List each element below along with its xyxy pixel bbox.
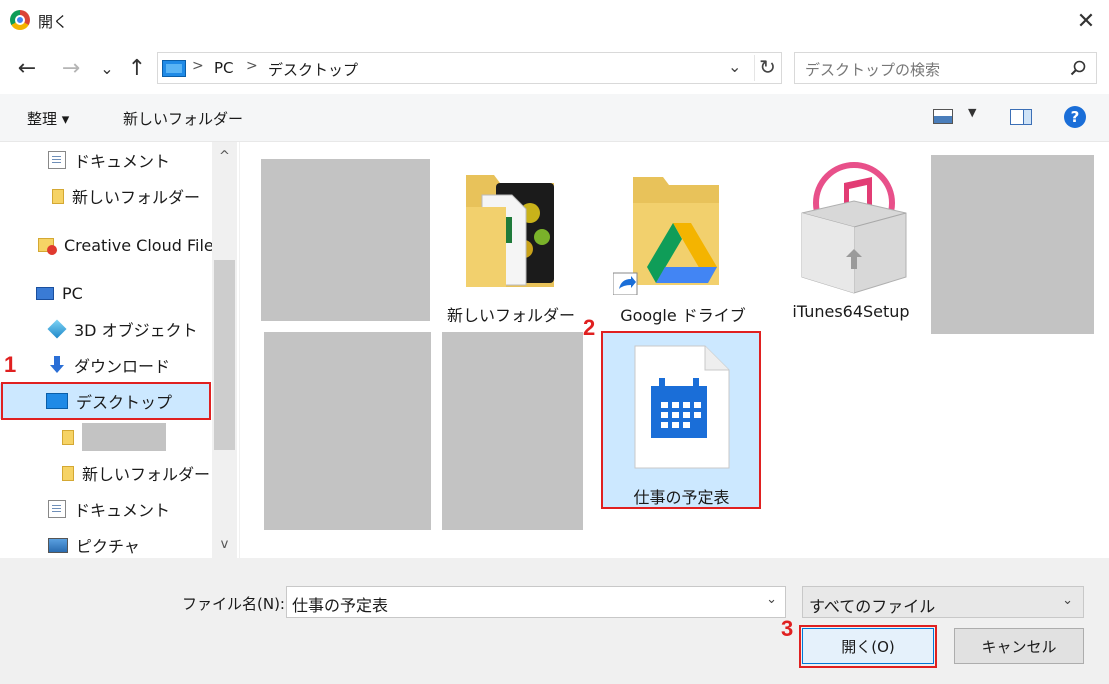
file-itunes-setup[interactable]: iTunes64Setup [786,159,916,329]
help-icon[interactable]: ? [1064,106,1086,128]
document-icon [48,500,66,518]
highlight-desktop [1,382,211,420]
view-icon[interactable] [933,109,953,124]
redacted-file[interactable] [931,155,1094,334]
forward-button[interactable]: → [56,54,86,82]
sidebar-item-new-folder[interactable]: 新しいフォルダー [52,178,200,214]
command-bar: 整理 ▾ 新しいフォルダー ▼ ? [0,94,1109,142]
recent-locations-button[interactable]: ⌄ [92,54,122,82]
sidebar-item-label: PC [62,283,83,303]
sidebar-item-label: ダウンロード [74,357,171,376]
folder-icon [52,188,64,204]
close-button[interactable]: ✕ [1063,0,1109,42]
pc-icon [162,60,186,77]
breadcrumb-separator: > [192,58,204,74]
itunes-installer-icon [801,162,907,294]
highlight-schedule-file [601,331,761,509]
file-type-select[interactable]: すべてのファイル ⌄ [802,586,1084,618]
file-label: 新しいフォルダー [446,306,575,325]
organize-button[interactable]: 整理 ▾ [27,108,69,129]
scroll-thumb[interactable] [214,260,235,450]
sidebar-item-documents[interactable]: ドキュメント [48,142,170,178]
pc-icon [36,286,54,300]
step-number-3: 3 [781,616,794,641]
filename-value: 仕事の予定表 [292,596,389,615]
chevron-down-icon[interactable]: ⌄ [766,592,777,607]
highlight-open-button [799,625,937,668]
step-number-2: 2 [583,315,596,340]
navigation-pane: ドキュメント 新しいフォルダー Creative Cloud Files PC … [0,142,240,558]
folder-icon [62,465,74,481]
breadcrumb-separator: > [246,58,258,74]
sidebar-item-3d-objects[interactable]: 3D オブジェクト [47,311,198,347]
new-folder-button[interactable]: 新しいフォルダー [123,108,243,129]
sidebar-item-label: ピクチャ [76,537,140,556]
filename-label: ファイル名(N): [182,595,285,613]
scroll-down-icon[interactable]: v [212,532,237,557]
address-row: ← → ⌄ ↑ > PC > デスクトップ ⌄ ↻ デスクトップの検索 [0,42,1109,94]
address-dropdown-icon[interactable]: ⌄ [728,57,741,76]
sidebar-item-pictures[interactable]: ピクチャ [48,527,140,558]
address-bar[interactable]: > PC > デスクトップ ⌄ ↻ [157,52,782,84]
redacted-file[interactable] [261,159,430,321]
file-label: Google ドライブ [620,306,746,325]
filename-input[interactable]: 仕事の予定表 ⌄ [286,586,786,618]
document-icon [48,151,66,169]
step-number-1: 1 [4,352,17,377]
sidebar-item-pc[interactable]: PC [36,275,83,311]
sidebar-item-downloads[interactable]: ダウンロード [50,347,170,383]
breadcrumb-desktop[interactable]: デスクトップ [268,59,358,80]
back-button[interactable]: ← [12,54,42,82]
redacted-file[interactable] [264,332,431,530]
sidebar-item-hidden-folder[interactable] [62,419,166,455]
search-placeholder: デスクトップの検索 [805,61,941,79]
google-drive-icon [613,177,719,295]
redacted-label [82,423,166,451]
folder-icon [62,429,74,445]
pictures-icon [48,537,68,553]
view-dropdown-icon[interactable]: ▼ [968,106,976,119]
title-bar: 開く ✕ [0,0,1109,42]
breadcrumb-pc[interactable]: PC [214,59,234,77]
cancel-button[interactable]: キャンセル [954,628,1084,664]
file-label: iTunes64Setup [792,302,910,321]
sidebar-item-new-folder-2[interactable]: 新しいフォルダー [62,455,210,491]
file-new-folder[interactable]: 新しいフォルダー [446,159,576,329]
sidebar-item-label: ドキュメント [74,501,171,520]
sidebar-item-label: 3D オブジェクト [74,321,198,340]
sidebar-item-creative-cloud[interactable]: Creative Cloud Files [38,227,222,263]
folder-icon [466,175,554,287]
redacted-file[interactable] [442,332,583,530]
chrome-icon [10,10,30,30]
3d-objects-icon [47,319,67,339]
preview-pane-icon[interactable] [1010,109,1032,125]
sidebar-item-label: 新しいフォルダー [72,188,201,207]
sidebar-item-documents-2[interactable]: ドキュメント [48,491,170,527]
sidebar-item-label: Creative Cloud Files [64,235,223,255]
creative-cloud-folder-icon [38,238,57,255]
up-button[interactable]: ↑ [122,54,152,82]
chevron-down-icon[interactable]: ⌄ [1062,593,1073,608]
dialog-footer: ファイル名(N): 仕事の予定表 ⌄ すべてのファイル ⌄ [0,558,1109,684]
refresh-icon[interactable]: ↻ [754,55,780,81]
window-title: 開く [38,13,69,31]
file-type-value: すべてのファイル [809,597,936,616]
sidebar-item-label: ドキュメント [74,152,171,171]
search-icon [1070,60,1086,76]
sidebar-scrollbar[interactable]: ^ v [212,142,237,558]
search-input[interactable]: デスクトップの検索 [794,52,1097,84]
scroll-up-icon[interactable]: ^ [212,144,237,169]
file-google-drive[interactable]: Google ドライブ [613,159,753,329]
sidebar-item-label: 新しいフォルダー [82,465,211,484]
download-arrow-icon [50,356,64,374]
